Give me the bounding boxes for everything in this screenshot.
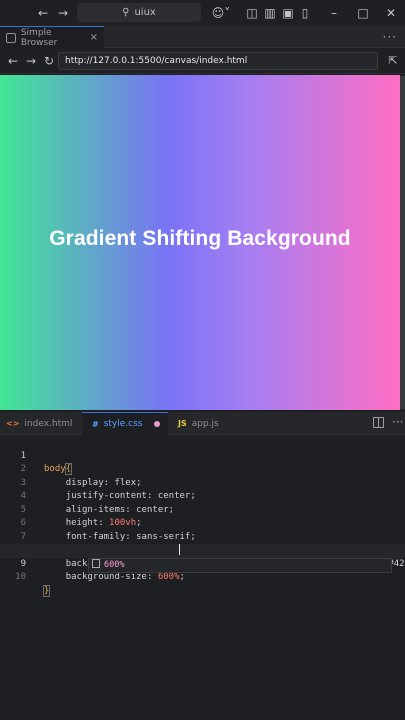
code-line: 4 align-items: center; (0, 477, 405, 515)
tab-style-css[interactable]: # style.css (82, 412, 168, 435)
close-icon[interactable]: ✕ (382, 4, 400, 22)
split-editor-icon[interactable] (373, 417, 384, 428)
page-preview: Gradient Shifting Background (0, 75, 400, 410)
title-bar: ← → ⚲ uiux ☺˅ ◫ ▥ ▣ ▯ – □ ✕ (0, 0, 405, 26)
browser-icon (6, 32, 16, 43)
property: background-size (65, 572, 147, 582)
toggle-panel-icon[interactable]: ▣ (279, 4, 297, 22)
js-file-icon: JS (178, 419, 187, 428)
code-editor[interactable]: 1 body{ 2 display: flex; 3 justify-conte… (0, 436, 405, 720)
code-line-current: 9 background-size: 600%; (0, 544, 405, 582)
maximize-icon[interactable]: □ (354, 4, 372, 22)
tab-app-js[interactable]: JS app.js (170, 412, 240, 435)
open-external-icon[interactable]: ⇱ (386, 53, 400, 69)
unsaved-dot-icon[interactable] (154, 421, 161, 427)
arrow-left-icon[interactable]: ← (34, 4, 52, 22)
tab-simple-browser[interactable]: Simple Browser × (0, 26, 104, 48)
code-line: 6 font-family: sans-serif; (0, 504, 405, 542)
toggle-secondary-sidebar-icon[interactable]: ▥ (261, 4, 279, 22)
command-search[interactable]: ⚲ uiux (77, 3, 201, 22)
line-number: 10 (15, 572, 26, 582)
customize-layout-icon[interactable]: ▯ (296, 4, 314, 22)
code-line: 7 color: white; (0, 517, 405, 556)
more-actions-icon[interactable]: ··· (383, 30, 397, 44)
address-bar: ← → ↻ http://127.0.0.1:5500/canvas/index… (0, 48, 405, 74)
code-line: 3 justify-content: center; (0, 463, 405, 502)
tab-index-html[interactable]: <> index.html (0, 412, 80, 435)
suggestion-text: 600% (104, 560, 125, 570)
command-search-text: uiux (134, 7, 156, 18)
editor-more-actions-icon[interactable]: ··· (392, 415, 403, 429)
search-icon: ⚲ (122, 7, 130, 18)
browser-tab-strip: Simple Browser × ··· (0, 26, 405, 48)
editor-tab-strip: <> index.html # style.css JS app.js ··· (0, 412, 405, 435)
suggestion-value-icon (92, 559, 100, 568)
forward-icon[interactable]: → (24, 53, 38, 69)
preview-heading: Gradient Shifting Background (49, 226, 351, 250)
code-line: 2 display: flex; (0, 450, 405, 488)
autocomplete-suggestion[interactable]: 600% (88, 558, 392, 573)
css-file-icon: # (92, 419, 99, 429)
text-cursor (179, 544, 180, 555)
code-text: } (42, 584, 51, 599)
back-icon[interactable]: ← (6, 53, 20, 69)
minimize-icon[interactable]: – (325, 4, 343, 22)
code-line: 1 body{ (0, 436, 405, 475)
copilot-icon[interactable]: ☺˅ (210, 4, 232, 22)
close-tab-icon[interactable]: × (90, 32, 98, 43)
html-file-icon: <> (6, 419, 20, 428)
tab-label: index.html (24, 418, 73, 429)
arrow-right-icon[interactable]: → (54, 4, 72, 22)
preview-scrollbar[interactable] (400, 76, 405, 409)
url-input[interactable]: http://127.0.0.1:5500/canvas/index.html (58, 52, 378, 70)
tab-label: Simple Browser (20, 27, 58, 48)
tab-label: style.css (103, 419, 143, 429)
close-brace: } (42, 584, 51, 597)
toggle-primary-sidebar-icon[interactable]: ◫ (243, 4, 261, 22)
value: 600% (157, 572, 180, 582)
code-line: 5 height: 100vh; (0, 490, 405, 529)
reload-icon[interactable]: ↻ (42, 53, 56, 69)
code-text: background-size: 600%; (65, 572, 185, 582)
tab-label: app.js (191, 418, 219, 429)
code-line: 8 background : linear-gradient(270deg,#f… (0, 531, 405, 569)
